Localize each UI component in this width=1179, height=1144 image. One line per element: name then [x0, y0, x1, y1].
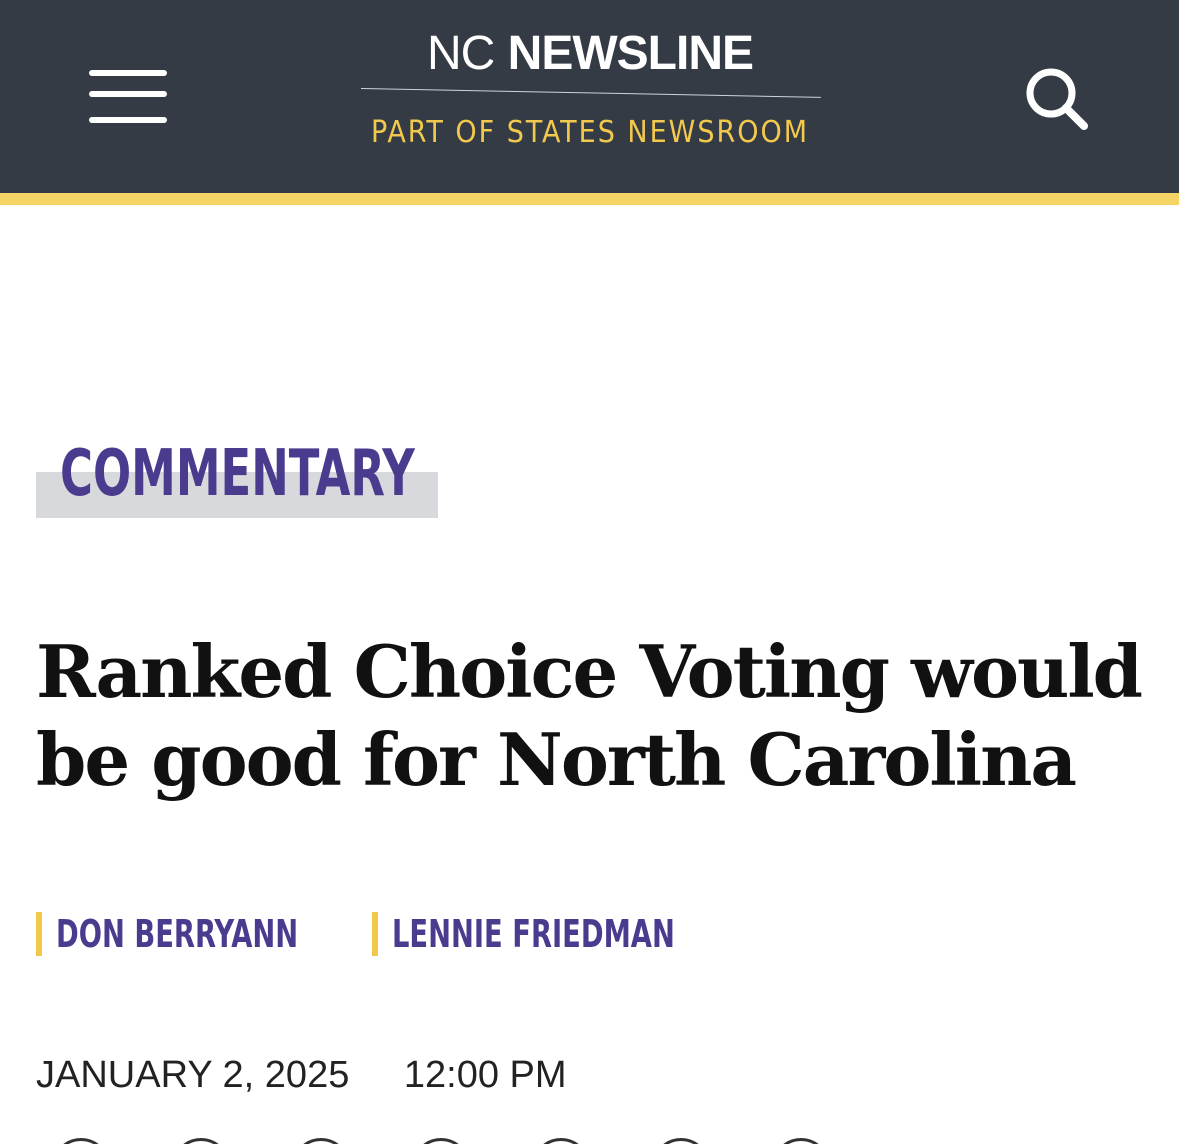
menu-bar [89, 70, 167, 76]
share-icon[interactable] [52, 1138, 110, 1144]
hamburger-menu-icon[interactable] [84, 66, 172, 132]
search-icon-graphic [1026, 68, 1088, 130]
share-icon[interactable] [772, 1138, 830, 1144]
share-buttons [0, 1138, 1179, 1144]
author-link[interactable]: LENNIE FRIEDMAN [372, 912, 746, 956]
logo-prefix: NC [426, 27, 495, 80]
category-label: COMMENTARY [60, 437, 415, 511]
header-accent-stripe [0, 193, 1179, 205]
article-dateline: JANUARY 2, 2025 12:00 PM [36, 1052, 567, 1098]
share-icon[interactable] [292, 1138, 350, 1144]
share-icon[interactable] [412, 1138, 470, 1144]
author-name: LENNIE FRIEDMAN [392, 912, 675, 956]
article-headline: Ranked Choice Voting would be good for N… [36, 629, 1143, 802]
share-icon[interactable] [532, 1138, 590, 1144]
site-logo[interactable]: NC NEWSLINE PART OF STATES NEWSROOM [340, 22, 840, 162]
author-name: DON BERRYANN [56, 912, 299, 956]
logo-tagline: PART OF STATES NEWSROOM [370, 115, 809, 150]
logo-name: NEWSLINE [507, 27, 754, 80]
share-icon[interactable] [652, 1138, 710, 1144]
site-header: NC NEWSLINE PART OF STATES NEWSROOM [0, 0, 1179, 193]
logo-divider [360, 88, 821, 98]
author-link[interactable]: DON BERRYANN [36, 912, 359, 956]
menu-bar [89, 117, 167, 123]
category-tag[interactable]: COMMENTARY [36, 434, 438, 518]
publish-time: 12:00 PM [403, 1054, 567, 1096]
menu-bar [89, 91, 167, 97]
publish-date: JANUARY 2, 2025 [36, 1054, 350, 1096]
share-icon[interactable] [172, 1138, 230, 1144]
search-icon[interactable] [1020, 62, 1094, 136]
logo-title: NC NEWSLINE [340, 26, 840, 82]
